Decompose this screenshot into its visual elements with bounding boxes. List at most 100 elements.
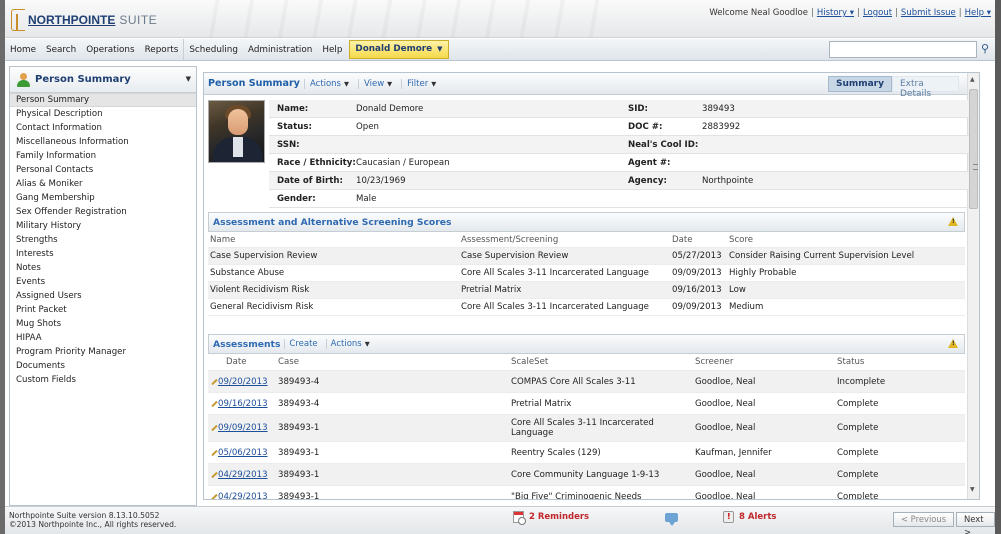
sidebar-item-custom-fields[interactable]: Custom Fields <box>10 373 196 387</box>
tab-summary[interactable]: Summary <box>827 76 892 92</box>
table-row[interactable]: Violent Recidivism Risk Pretrial Matrix … <box>208 282 965 299</box>
sidebar-item-program-priority-manager[interactable]: Program Priority Manager <box>10 345 196 359</box>
sidebar-item-sex-offender-registration[interactable]: Sex Offender Registration <box>10 205 196 219</box>
sidebar-item-mug-shots[interactable]: Mug Shots <box>10 317 196 331</box>
assessments-actions-menu[interactable]: Actions ▼ <box>325 339 374 349</box>
filter-menu[interactable]: Filter ▼ <box>401 78 441 89</box>
table-row[interactable]: 09/16/2013 389493-4 Pretrial Matrix Good… <box>208 393 965 415</box>
assessment-date-link[interactable]: 04/29/2013 <box>218 492 268 500</box>
header-decoration <box>185 0 605 38</box>
nav-home[interactable]: Home <box>5 39 41 61</box>
edit-icon[interactable] <box>211 493 218 499</box>
sidebar-item-miscellaneous-information[interactable]: Miscellaneous Information <box>10 135 196 149</box>
nav-person-label: Donald Demore <box>355 44 433 54</box>
table-row[interactable]: 09/09/2013 389493-1 Core All Scales 3-11… <box>208 415 965 442</box>
history-link[interactable]: History ▾ <box>817 8 854 18</box>
sidebar-item-contact-information[interactable]: Contact Information <box>10 121 196 135</box>
nav-search[interactable]: Search <box>41 39 81 61</box>
assessments-header: Assessments Create Actions ▼ <box>208 334 965 354</box>
nav-reports[interactable]: Reports <box>140 39 184 61</box>
chevron-down-icon[interactable]: ▼ <box>186 75 191 83</box>
search-icon[interactable]: ⚲ <box>978 41 992 58</box>
scroll-up-icon[interactable]: ▲ <box>970 76 975 83</box>
sidebar-item-print-packet[interactable]: Print Packet <box>10 303 196 317</box>
edit-icon[interactable] <box>211 424 218 432</box>
table-row[interactable]: 05/06/2013 389493-1 Reentry Scales (129)… <box>208 442 965 464</box>
sidebar-header[interactable]: Person Summary ▼ <box>10 67 196 93</box>
main-nav: Home Search Operations Reports Schedulin… <box>5 38 995 61</box>
nav-administration[interactable]: Administration <box>243 39 317 61</box>
sidebar-item-events[interactable]: Events <box>10 275 196 289</box>
table-row[interactable]: 04/29/2013 389493-1 Core Community Langu… <box>208 464 965 486</box>
assessment-date-link[interactable]: 09/20/2013 <box>218 377 268 387</box>
alert-icon <box>723 511 734 523</box>
chevron-down-icon: ▼ <box>437 45 443 53</box>
scores-table: Name Assessment/Screening Date Score Cas… <box>208 232 965 316</box>
copyright-text: ©2013 Northpointe Inc., All rights reser… <box>9 520 177 529</box>
scores-title: Assessment and Alternative Screening Sco… <box>213 216 452 228</box>
summary-tabs: Summary Extra Details <box>827 76 959 99</box>
sidebar-item-interests[interactable]: Interests <box>10 247 196 261</box>
sidebar-item-gang-membership[interactable]: Gang Membership <box>10 191 196 205</box>
person-row: SSN: Neal's Cool ID: <box>269 136 969 154</box>
nav-help[interactable]: Help <box>317 39 347 61</box>
previous-button[interactable]: < Previous <box>893 512 955 527</box>
scroll-down-icon[interactable]: ▼ <box>970 486 975 493</box>
actions-menu[interactable]: Actions ▼ <box>303 78 354 89</box>
create-link[interactable]: Create <box>284 339 321 349</box>
person-row: Date of Birth: 10/23/1969 Agency: Northp… <box>269 172 969 190</box>
logo-mark-icon <box>11 9 25 31</box>
assessment-date-link[interactable]: 09/09/2013 <box>218 423 268 433</box>
sidebar-item-physical-description[interactable]: Physical Description <box>10 107 196 121</box>
sidebar-item-assigned-users[interactable]: Assigned Users <box>10 289 196 303</box>
sidebar-item-strengths[interactable]: Strengths <box>10 233 196 247</box>
person-info: Name: Donald Demore SID: 389493 Status: … <box>208 100 969 208</box>
sidebar-item-documents[interactable]: Documents <box>10 359 196 373</box>
scrollbar-thumb[interactable] <box>969 89 978 209</box>
table-row[interactable]: Substance Abuse Core All Scales 3-11 Inc… <box>208 265 965 282</box>
search-input[interactable] <box>829 41 977 58</box>
sidebar-item-alias-moniker[interactable]: Alias & Moniker <box>10 177 196 191</box>
table-row[interactable]: 04/29/2013 389493-1 "Big Five" Criminoge… <box>208 486 965 500</box>
warning-icon <box>948 339 958 348</box>
tab-extra-details[interactable]: Extra Details <box>892 76 959 99</box>
edit-icon[interactable] <box>211 400 218 407</box>
sidebar-item-person-summary[interactable]: Person Summary <box>10 93 196 107</box>
edit-icon[interactable] <box>211 471 218 478</box>
logo[interactable]: NORTHPOINTE SUITE <box>11 9 157 31</box>
person-row: Race / Ethnicity: Caucasian / European A… <box>269 154 969 172</box>
person-row: Status: Open DOC #: 2883992 <box>269 118 969 136</box>
assessment-date-link[interactable]: 09/16/2013 <box>218 399 268 409</box>
reminders-button[interactable]: 2 Reminders <box>513 511 589 525</box>
logo-secondary: SUITE <box>119 13 158 27</box>
help-link[interactable]: Help ▾ <box>965 8 991 18</box>
table-row[interactable]: 09/20/2013 389493-4 COMPAS Core All Scal… <box>208 371 965 393</box>
nav-person-tab[interactable]: Donald Demore ▼ <box>349 40 449 59</box>
table-row[interactable]: Case Supervision Review Case Supervision… <box>208 248 965 265</box>
edit-icon[interactable] <box>211 378 218 385</box>
nav-scheduling[interactable]: Scheduling <box>183 38 243 61</box>
edit-icon[interactable] <box>211 449 218 456</box>
table-header: Date Case ScaleSet Screener Status <box>208 354 965 371</box>
chat-icon[interactable] <box>665 513 678 526</box>
assessment-date-link[interactable]: 04/29/2013 <box>218 470 268 480</box>
assessment-date-link[interactable]: 05/06/2013 <box>218 448 268 458</box>
sidebar-item-personal-contacts[interactable]: Personal Contacts <box>10 163 196 177</box>
sidebar-title: Person Summary <box>35 74 131 85</box>
window-frame <box>995 0 1001 534</box>
submit-issue-link[interactable]: Submit Issue <box>901 8 956 18</box>
view-menu[interactable]: View ▼ <box>358 78 397 89</box>
top-links: Welcome Neal Goodloe | History ▾ | Logout | Su… <box>709 8 991 18</box>
header: NORTHPOINTE SUITE Welcome Neal Goodloe | H… <box>5 0 995 38</box>
table-row[interactable]: General Recidivism Risk Core All Scales … <box>208 299 965 316</box>
nav-operations[interactable]: Operations <box>81 39 139 61</box>
sidebar-item-family-information[interactable]: Family Information <box>10 149 196 163</box>
alerts-label: 8 Alerts <box>739 512 777 522</box>
sidebar-item-military-history[interactable]: Military History <box>10 219 196 233</box>
sidebar-menu: Person Summary Physical Description Cont… <box>10 93 196 387</box>
sidebar-item-notes[interactable]: Notes <box>10 261 196 275</box>
sidebar-item-hipaa[interactable]: HIPAA <box>10 331 196 345</box>
logout-link[interactable]: Logout <box>863 8 892 18</box>
next-button[interactable]: Next > <box>956 512 995 534</box>
alerts-button[interactable]: 8 Alerts <box>723 511 776 523</box>
